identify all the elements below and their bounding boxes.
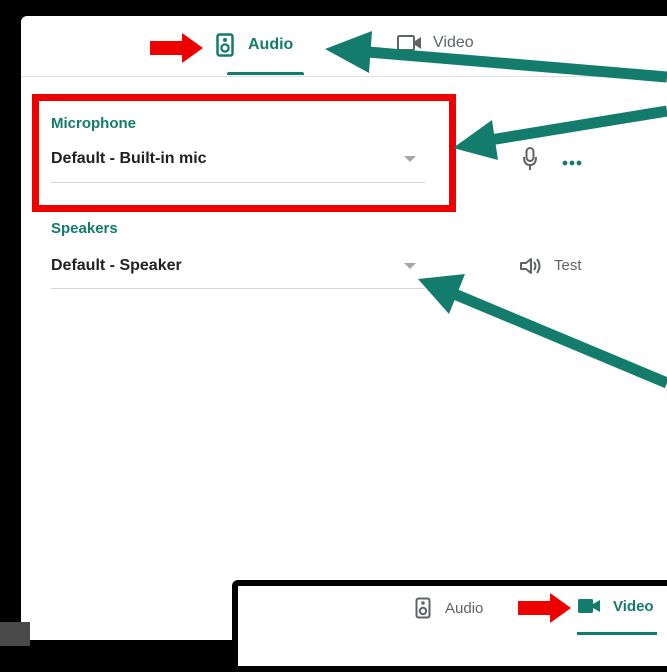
inset-tab-audio[interactable]: Audio [415, 597, 483, 619]
tab-audio-active-indicator [227, 72, 304, 75]
volume-icon[interactable] [519, 256, 543, 281]
speakers-dropdown-arrow-icon[interactable] [404, 263, 416, 269]
more-horizontal-icon[interactable] [562, 154, 582, 172]
tabs-divider [21, 76, 667, 77]
speakers-label: Speakers [51, 220, 118, 237]
microphone-highlight-box [32, 94, 456, 212]
background-strip [0, 622, 30, 646]
speakers-select[interactable]: Default - Speaker [51, 257, 182, 275]
speakers-select-underline [51, 288, 425, 289]
tab-video-label: Video [433, 34, 474, 51]
inset-tab-video-active-indicator [577, 632, 657, 635]
inset-tab-video[interactable]: Video [577, 597, 654, 615]
video-camera-icon [577, 597, 601, 615]
inset-tab-video-label: Video [613, 597, 654, 615]
video-tab-inset-panel [232, 580, 667, 672]
tab-video[interactable]: Video [397, 34, 474, 52]
inset-tab-audio-label: Audio [445, 599, 484, 617]
tab-audio-label: Audio [248, 36, 294, 53]
microphone-icon[interactable] [522, 146, 538, 177]
speaker-icon [415, 597, 431, 619]
test-speaker-button[interactable]: Test [554, 257, 582, 274]
speaker-icon [216, 33, 234, 57]
tab-audio[interactable]: Audio [216, 33, 293, 57]
video-camera-icon [397, 34, 423, 52]
